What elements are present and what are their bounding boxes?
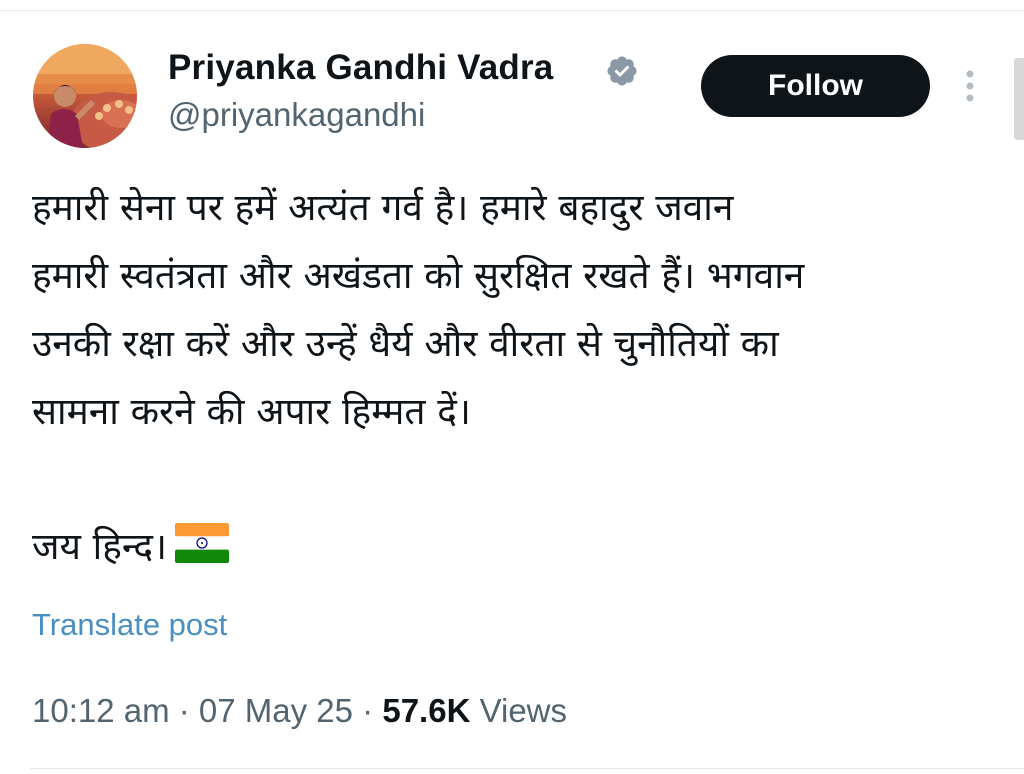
- post-time[interactable]: 10:12 am: [32, 692, 170, 729]
- tweet-text-line: हमारी सेना पर हमें अत्यंत गर्व है। हमारे…: [32, 186, 734, 229]
- author-display-name[interactable]: Priyanka Gandhi Vadra: [168, 48, 553, 88]
- vertical-ellipsis-icon[interactable]: [958, 66, 982, 106]
- views-count[interactable]: 57.6K: [382, 692, 470, 729]
- separator-dot: ·: [353, 692, 383, 729]
- author-handle[interactable]: @priyankagandhi: [168, 96, 425, 134]
- tweet-text-line: उनकी रक्षा करें और उन्हें धैर्य और वीरता…: [32, 322, 779, 365]
- scrollbar-edge[interactable]: [1014, 58, 1024, 140]
- post-date[interactable]: 07 May 25: [199, 692, 353, 729]
- tweet-text-closing: जय हिन्द।: [32, 519, 230, 570]
- follow-button[interactable]: Follow: [701, 55, 930, 117]
- avatar[interactable]: [33, 44, 137, 148]
- verified-badge-icon: [607, 56, 637, 86]
- views-label[interactable]: Views: [470, 692, 567, 729]
- tweet-text-line: हमारी स्वतंत्रता और अखंडता को सुरक्षित र…: [32, 254, 805, 297]
- tweet-text-line: जय हिन्द।: [32, 525, 168, 568]
- top-divider: [0, 10, 1024, 11]
- post-metadata: 10:12 am · 07 May 25 · 57.6K Views: [32, 692, 567, 730]
- tweet-text-line: सामना करने की अपार हिम्मत दें।: [32, 390, 471, 433]
- separator-dot: ·: [169, 692, 199, 729]
- india-flag-icon: [175, 523, 230, 563]
- bottom-divider: [30, 768, 1024, 769]
- translate-post-link[interactable]: Translate post: [32, 607, 227, 643]
